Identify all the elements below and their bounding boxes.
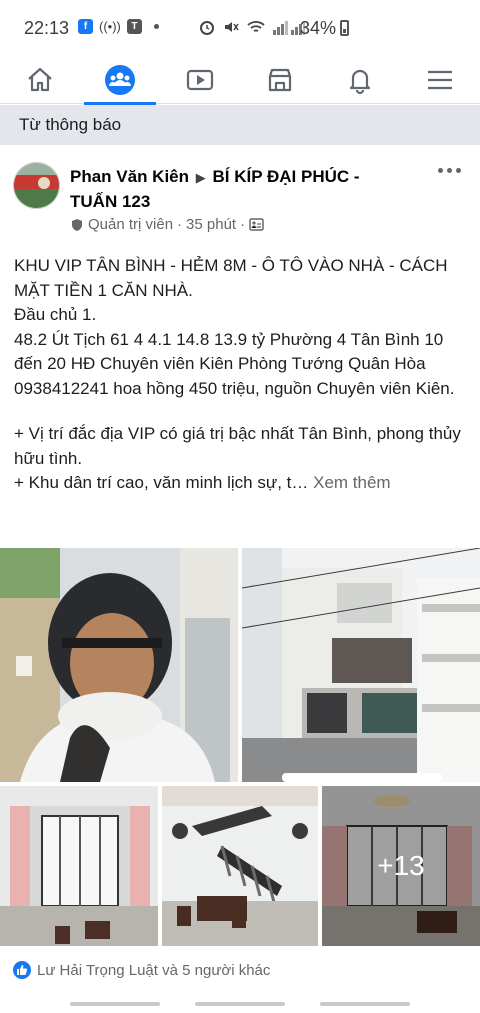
post-body: KHU VIP TÂN BÌNH - HẺM 8M - Ô TÔ VÀO NHÀ… [14,254,469,496]
tab-watch[interactable] [160,56,240,104]
post-text-line: 48.2 Út Tịch 61 4 4.1 14.8 13.9 tỷ Phườn… [14,329,455,398]
reactions-text: Lư Hải Trọng Luật và 5 người khác [37,961,271,979]
dot-icon [153,24,159,29]
more-options-button[interactable] [438,165,462,175]
app-icon: T [126,19,142,34]
post-time[interactable]: 35 phút [186,216,236,233]
tab-bar [0,56,480,105]
battery-icon [340,20,349,36]
photo-1[interactable] [0,548,238,782]
section-title: Từ thông báo [19,115,122,134]
meta-separator: · [240,216,246,233]
tab-groups[interactable] [80,56,160,105]
status-bar: 22:13 f ((•)) T 34% [0,0,480,56]
like-icon [13,961,31,979]
notification-icon: f [78,19,93,34]
home-icon [28,67,52,92]
post-text-line: + Khu dân trí cao, văn minh lịch sự, t… … [14,473,391,492]
group-privacy-icon [249,218,264,231]
shield-icon [72,218,82,231]
photo-4[interactable] [162,786,318,946]
tab-home[interactable] [0,56,80,104]
watch-icon [186,69,214,91]
status-right-icons [198,18,306,36]
menu-icon [428,70,452,90]
status-time: 22:13 [24,18,70,38]
see-more-link[interactable]: Xem thêm [313,473,390,492]
post-text-line: KHU VIP TÂN BÌNH - HẺM 8M - Ô TÔ VÀO NHÀ… [14,256,448,300]
groups-icon [105,65,135,95]
photo-2[interactable] [242,548,480,782]
reactions-summary[interactable]: Lư Hải Trọng Luật và 5 người khác [13,961,270,979]
battery-percent: 34% [300,18,337,38]
podcast-icon: ((•)) [99,19,121,34]
meta-separator: · [177,216,183,233]
arrow-right-icon: ▶ [195,170,206,185]
post-header: Phan Văn Kiên ▶ BÍ KÍP ĐẠI PHÚC - TUẤN 1… [0,145,480,245]
mute-icon [225,22,239,32]
post-text-line: Đầu chủ 1. [14,305,97,324]
author-avatar[interactable] [13,162,60,209]
tab-notifications[interactable] [320,56,400,104]
post-title: Phan Văn Kiên ▶ BÍ KÍP ĐẠI PHÚC - TUẤN 1… [70,165,410,214]
post-meta: Quản trị viên · 35 phút · [70,216,264,233]
marketplace-icon [268,68,292,92]
notifications-icon [349,69,371,95]
more-photos-overlay[interactable]: +13 [322,786,480,946]
section-header: Từ thông báo [0,105,480,145]
photo-grid: +13 [0,548,480,946]
more-photos-count: +13 [377,850,425,881]
tab-menu[interactable] [400,56,480,104]
author-role: Quản trị viên [88,216,174,233]
photo-5[interactable]: +13 [322,786,480,946]
post-text-line: + Vị trí đắc địa VIP có giá trị bậc nhất… [14,424,461,468]
status-left-icons: f ((•)) T [78,19,159,34]
author-name[interactable]: Phan Văn Kiên [70,167,189,186]
tab-marketplace[interactable] [240,56,320,104]
system-nav-bar [0,995,480,1013]
alarm-icon [200,21,214,35]
photo-3[interactable] [0,786,158,946]
wifi-icon [247,21,265,32]
